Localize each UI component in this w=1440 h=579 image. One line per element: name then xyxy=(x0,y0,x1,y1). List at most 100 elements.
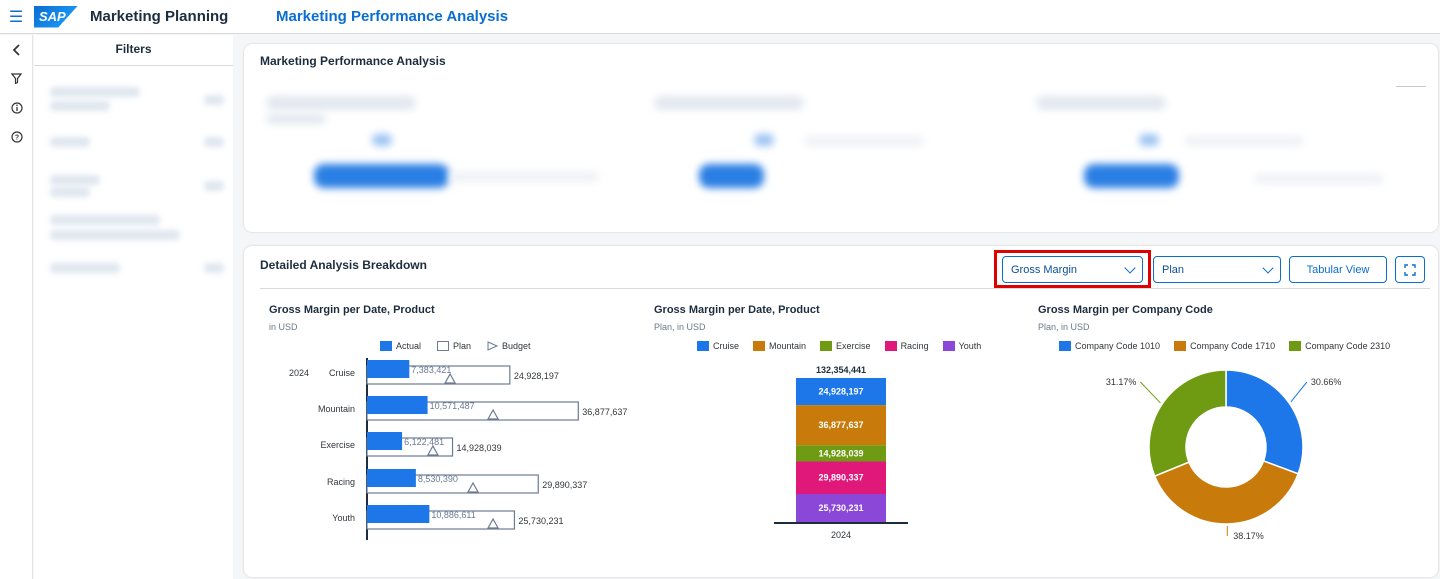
segment-value-label: 14,928,039 xyxy=(818,448,863,458)
kpi-blurred xyxy=(266,96,416,110)
donut-slice[interactable] xyxy=(1148,369,1227,478)
breakdown-card: Detailed Analysis Breakdown Gross Margin… xyxy=(244,246,1438,577)
actual-value-label: 10,886,611 xyxy=(431,510,475,520)
actual-bar[interactable] xyxy=(367,505,430,523)
kpi-blurred xyxy=(1184,136,1304,146)
chart2-legend: Cruise Mountain Exercise Racing Youth xyxy=(697,341,991,351)
filter-icon[interactable] xyxy=(0,64,33,93)
actual-bar[interactable] xyxy=(367,360,410,378)
category-label: Racing xyxy=(327,477,355,487)
actual-bar[interactable] xyxy=(367,396,428,414)
measure-select[interactable]: Gross Margin xyxy=(1002,256,1143,283)
kpi-bar-blurred xyxy=(699,164,764,188)
chart1-subtitle: in USD xyxy=(269,322,298,332)
stacked-column-chart: 132,354,441 24,928,197 36,877,637 14,928,03… xyxy=(774,365,908,540)
filter-row-blurred[interactable] xyxy=(50,87,140,97)
legend-swatch xyxy=(697,341,709,351)
kpi-blurred xyxy=(372,134,392,146)
donut-slice[interactable] xyxy=(1153,459,1300,525)
kpi-blurred xyxy=(449,172,599,182)
back-icon[interactable] xyxy=(0,35,33,64)
legend-swatch xyxy=(942,341,955,351)
legend-label: Company Code 2310 xyxy=(1305,341,1391,351)
legend-swatch-budget xyxy=(487,341,499,351)
filter-row-blurred[interactable] xyxy=(50,137,90,147)
legend-label: Budget xyxy=(502,341,531,351)
x-tick-label: 2024 xyxy=(831,530,851,540)
slice-percent-label: 31.17% xyxy=(1106,377,1137,387)
chart1-title: Gross Margin per Date, Product xyxy=(269,304,435,316)
segment-value-label: 25,730,231 xyxy=(818,503,863,513)
donut-slice[interactable] xyxy=(1225,369,1304,475)
tabular-view-button[interactable]: Tabular View xyxy=(1289,256,1387,283)
legend-label: Actual xyxy=(396,341,422,351)
legend-swatch xyxy=(1059,341,1071,351)
actual-bar[interactable] xyxy=(367,432,403,450)
filter-row-blurred[interactable] xyxy=(50,175,100,185)
filter-row-blurred[interactable] xyxy=(50,215,160,225)
slice-percent-label: 38.17% xyxy=(1233,531,1264,541)
filter-panel: Filters xyxy=(34,35,233,579)
category-label: Cruise xyxy=(329,368,355,378)
plan-value-label: 29,890,337 xyxy=(542,480,587,490)
segment-value-label: 24,928,197 xyxy=(818,387,863,397)
chart3-title: Gross Margin per Company Code xyxy=(1038,304,1213,316)
fullscreen-icon[interactable] xyxy=(1395,256,1425,283)
plan-value-label: 25,730,231 xyxy=(518,516,563,526)
total-label: 132,354,441 xyxy=(816,365,866,375)
chart3-legend: Company Code 1010 Company Code 1710 Compan… xyxy=(1059,341,1400,351)
breakdown-title: Detailed Analysis Breakdown xyxy=(260,258,427,272)
version-select[interactable]: Plan xyxy=(1153,256,1281,283)
filter-row-blurred[interactable] xyxy=(204,181,224,191)
plan-value-label: 36,877,637 xyxy=(582,407,627,417)
divider xyxy=(260,288,1430,289)
chevron-down-icon xyxy=(1124,261,1136,274)
kpi-bar-blurred xyxy=(1084,164,1179,188)
kpi-blurred xyxy=(1036,96,1166,110)
category-label: Exercise xyxy=(320,440,355,450)
sap-logo[interactable]: SAP xyxy=(34,5,78,28)
filters-title: Filters xyxy=(34,35,233,66)
legend-label: Company Code 1710 xyxy=(1190,341,1276,351)
kpi-blurred xyxy=(804,136,924,146)
shell-bar: ☰ SAP Marketing Planning Marketing Perfo… xyxy=(0,0,1440,34)
page-title: Marketing Performance Analysis xyxy=(276,8,509,25)
kpi-blurred xyxy=(754,134,774,146)
filter-row-blurred[interactable] xyxy=(204,95,224,105)
slice-percent-label: 30.66% xyxy=(1311,377,1342,387)
legend-swatch xyxy=(1289,341,1302,351)
actual-bar[interactable] xyxy=(367,469,416,487)
legend-swatch-actual xyxy=(380,341,392,351)
svg-text:?: ? xyxy=(14,134,18,141)
legend-label: Exercise xyxy=(836,341,871,351)
filter-row-blurred[interactable] xyxy=(50,187,90,197)
chevron-down-icon xyxy=(1262,261,1274,274)
filter-row-blurred[interactable] xyxy=(50,230,180,240)
actual-value-label: 6,122,481 xyxy=(404,437,444,447)
legend-swatch xyxy=(753,341,766,351)
overview-title: Marketing Performance Analysis xyxy=(260,54,446,68)
chart2-title: Gross Margin per Date, Product xyxy=(654,304,820,316)
chart2-subtitle: Plan, in USD xyxy=(654,322,706,332)
category-label: Youth xyxy=(332,513,355,523)
legend-label: Plan xyxy=(453,341,472,351)
actual-value-label: 8,530,390 xyxy=(418,474,458,484)
divider xyxy=(1396,86,1426,87)
side-rail: ? xyxy=(0,35,33,579)
kpi-blurred xyxy=(1254,174,1384,184)
legend-label: Racing xyxy=(900,341,929,351)
filter-row-blurred[interactable] xyxy=(204,137,224,147)
legend-label: Mountain xyxy=(769,341,807,351)
category-label: Mountain xyxy=(318,404,355,414)
help-icon[interactable]: ? xyxy=(0,122,33,151)
group-label: 2024 xyxy=(289,368,309,378)
info-icon[interactable] xyxy=(0,93,33,122)
segment-value-label: 29,890,337 xyxy=(818,473,863,483)
filter-row-blurred[interactable] xyxy=(50,263,120,273)
version-select-value: Plan xyxy=(1162,263,1185,276)
hamburger-icon[interactable]: ☰ xyxy=(0,0,32,34)
filter-row-blurred[interactable] xyxy=(50,101,110,111)
legend-swatch-plan xyxy=(437,341,450,351)
plan-value-label: 24,928,197 xyxy=(514,371,559,381)
filter-row-blurred[interactable] xyxy=(204,263,224,273)
